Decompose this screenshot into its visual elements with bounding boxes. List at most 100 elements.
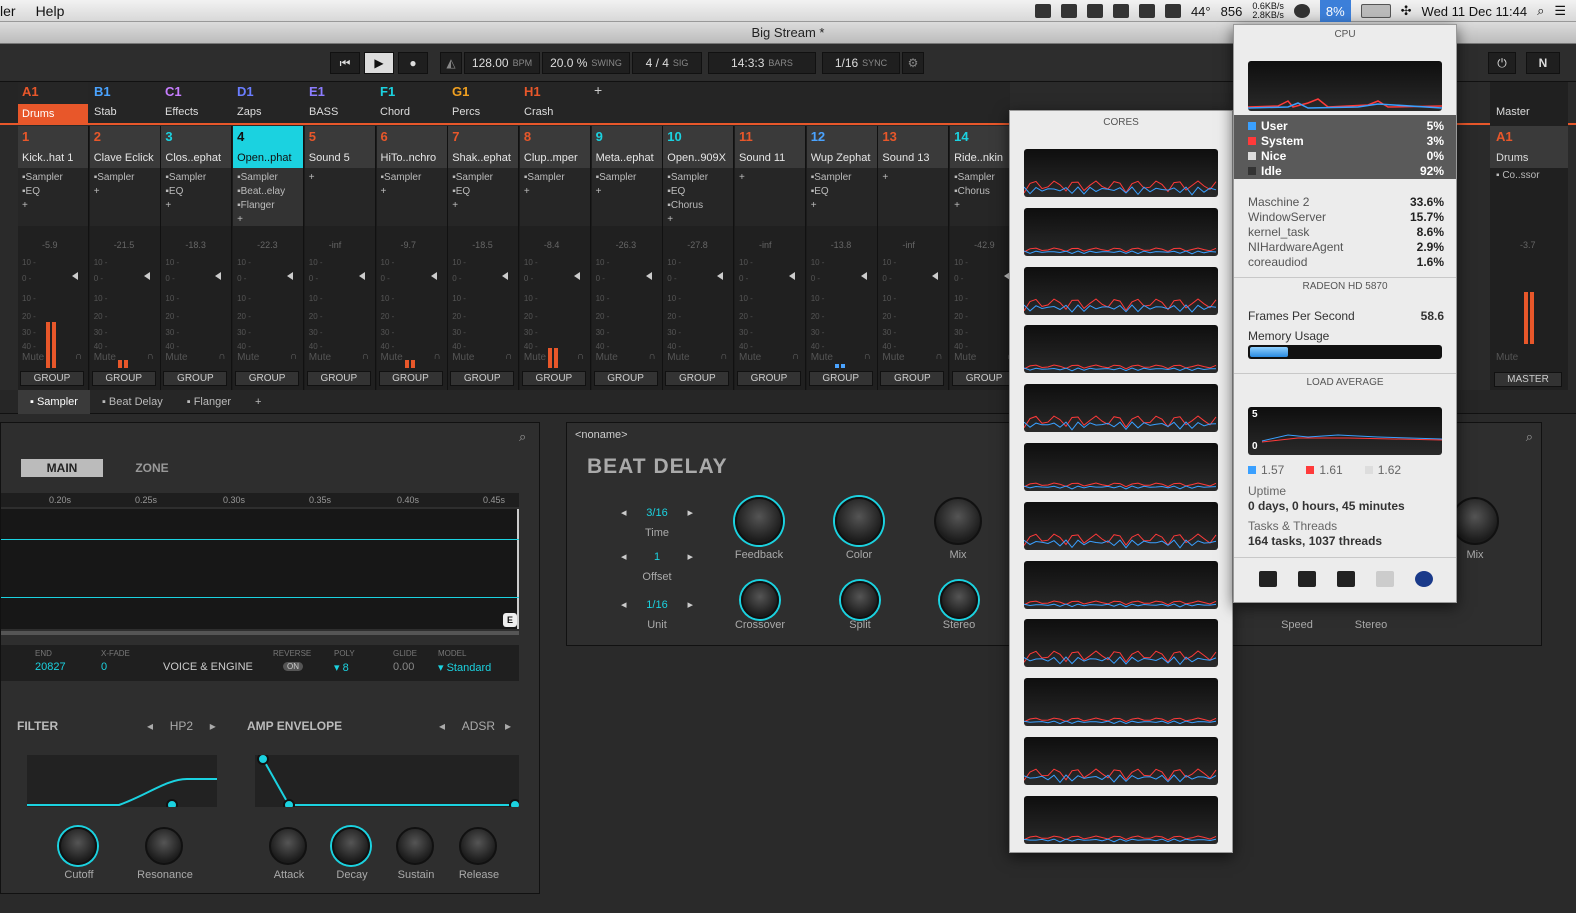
group-b1[interactable]: B1 Stab bbox=[90, 82, 160, 124]
channel-plugin[interactable]: ▪Beat..elay bbox=[237, 185, 299, 199]
bluetooth-icon[interactable]: ✣ bbox=[1401, 3, 1412, 19]
sync-icon[interactable] bbox=[1086, 4, 1103, 18]
stereo-knob[interactable] bbox=[940, 581, 978, 619]
headphone-icon[interactable]: ∩ bbox=[792, 351, 799, 362]
fader-handle-icon[interactable] bbox=[502, 272, 509, 280]
position-field[interactable]: 14:3:3 BARS bbox=[708, 52, 816, 74]
channel-head[interactable]: 3 Clos..ephat bbox=[161, 126, 232, 168]
volume-fader[interactable] bbox=[737, 230, 803, 356]
channel-plugin[interactable]: + bbox=[882, 171, 944, 185]
mix-knob[interactable] bbox=[934, 497, 982, 545]
channel-6[interactable]: 6 HiTo..nchro ▪Sampler + -9.7 Mute ∩ GROU… bbox=[376, 126, 448, 390]
resonance-knob[interactable] bbox=[145, 827, 183, 865]
channel-mute[interactable]: Mute bbox=[596, 352, 618, 363]
channel-5[interactable]: 5 Sound 5 + -inf Mute ∩ GROUP 10 -0 -10 … bbox=[304, 126, 376, 390]
fader-handle-icon[interactable] bbox=[143, 272, 150, 280]
fader-handle-icon[interactable] bbox=[717, 272, 724, 280]
play-button[interactable]: ▶ bbox=[364, 52, 394, 74]
volume-fader[interactable] bbox=[665, 230, 731, 356]
rewind-button[interactable]: ⏮ bbox=[330, 52, 360, 74]
channel-plugin[interactable]: ▪Sampler bbox=[237, 171, 299, 185]
cloud-icon[interactable] bbox=[1138, 4, 1155, 18]
flanger-mix-knob[interactable] bbox=[1451, 497, 1499, 545]
envelope-curve[interactable] bbox=[255, 753, 521, 811]
group-g1[interactable]: G1 Percs bbox=[448, 82, 518, 124]
channel-13[interactable]: 13 Sound 13 + -inf Mute ∩ GROUP 10 -0 -1… bbox=[878, 126, 950, 390]
gpu-icon[interactable] bbox=[1376, 571, 1395, 587]
channel-mute[interactable]: Mute bbox=[524, 352, 546, 363]
channel-mute[interactable]: Mute bbox=[811, 352, 833, 363]
fader-handle-icon[interactable] bbox=[430, 272, 437, 280]
temperature-readout[interactable]: 44° bbox=[1191, 4, 1211, 19]
record-button[interactable]: ● bbox=[398, 52, 428, 74]
channel-plugin[interactable]: + bbox=[237, 213, 299, 227]
channel-head[interactable]: 2 Clave Eclick bbox=[89, 126, 160, 168]
group-button[interactable]: GROUP bbox=[91, 371, 156, 386]
volume-fader[interactable] bbox=[522, 230, 588, 356]
channel-8[interactable]: 8 Clup..mper ▪Sampler + -8.4 Mute ∩ GROUP… bbox=[519, 126, 591, 390]
volume-fader[interactable] bbox=[450, 230, 516, 356]
group-c1[interactable]: C1 Effects bbox=[161, 82, 231, 124]
tab-beat-delay[interactable]: ▪ Beat Delay bbox=[90, 390, 175, 414]
channel-mute[interactable]: Mute bbox=[739, 352, 761, 363]
poly-value[interactable]: ▾ 8 bbox=[334, 661, 349, 674]
tab-flanger[interactable]: ▪ Flanger bbox=[175, 390, 243, 414]
group-button[interactable]: GROUP bbox=[378, 371, 443, 386]
unit-stepper[interactable]: 1/16 bbox=[617, 597, 697, 613]
channel-plugin[interactable]: ▪Flanger bbox=[237, 199, 299, 213]
volume-fader[interactable] bbox=[92, 230, 158, 356]
xfade-value[interactable]: 0 bbox=[101, 661, 107, 673]
search-icon[interactable]: ⌕ bbox=[1537, 3, 1544, 19]
headphone-icon[interactable]: ∩ bbox=[433, 351, 440, 362]
channel-plugin[interactable]: ▪EQ bbox=[452, 185, 514, 199]
fader-handle-icon[interactable] bbox=[358, 272, 365, 280]
globe-icon[interactable] bbox=[1415, 571, 1434, 587]
channel-11[interactable]: 11 Sound 11 + -inf Mute ∩ GROUP 10 -0 -1… bbox=[735, 126, 806, 390]
channel-head[interactable]: 5 Sound 5 bbox=[304, 126, 375, 168]
channel-plugin[interactable]: ▪EQ bbox=[811, 185, 873, 199]
channel-head[interactable]: 7 Shak..ephat bbox=[448, 126, 519, 168]
terminal-icon[interactable] bbox=[1336, 571, 1355, 587]
channel-mute[interactable]: Mute bbox=[309, 352, 331, 363]
channel-plugin[interactable]: ▪EQ bbox=[667, 185, 729, 199]
channel-plugin[interactable]: ▪Sampler bbox=[524, 171, 586, 185]
tab-zone[interactable]: ZONE bbox=[111, 459, 193, 477]
channel-mute[interactable]: Mute bbox=[452, 352, 474, 363]
fader-handle-icon[interactable] bbox=[645, 272, 652, 280]
channel-plugin[interactable]: ▪Sampler bbox=[596, 171, 658, 185]
channel-9[interactable]: 9 Meta..ephat ▪Sampler + -26.3 Mute ∩ GRO… bbox=[591, 126, 663, 390]
channel-plugin[interactable]: + bbox=[739, 171, 801, 185]
waveform[interactable]: E bbox=[1, 509, 519, 629]
filter-curve[interactable] bbox=[27, 755, 217, 811]
fader-handle-icon[interactable] bbox=[72, 272, 78, 280]
group-button[interactable]: GROUP bbox=[737, 371, 801, 386]
channel-10[interactable]: 10 Open..909X ▪Sampler ▪EQ ▪Chorus + -27.8 … bbox=[663, 126, 735, 390]
add-group-button[interactable]: + bbox=[594, 82, 602, 98]
clock[interactable]: Wed 11 Dec 11:44 bbox=[1422, 4, 1528, 19]
fader-handle-icon[interactable] bbox=[860, 272, 867, 280]
master-head[interactable]: A1 Drums bbox=[1490, 126, 1568, 168]
channel-plugin[interactable]: ▪Sampler bbox=[22, 171, 84, 185]
channel-plugin[interactable]: + bbox=[954, 199, 1016, 213]
add-plugin-button[interactable]: + bbox=[243, 390, 273, 414]
volume-fader[interactable] bbox=[379, 230, 445, 356]
channel-plugin[interactable]: ▪Sampler bbox=[954, 171, 1016, 185]
master-plugin[interactable]: ▪ Co..ssor bbox=[1496, 170, 1540, 181]
channel-head[interactable]: 4 Open..phat bbox=[233, 126, 304, 168]
channel-plugin[interactable]: + bbox=[94, 185, 156, 199]
group-h1[interactable]: H1 Crash bbox=[520, 82, 590, 124]
channel-plugin[interactable]: ▪EQ bbox=[165, 185, 227, 199]
master-button[interactable]: MASTER bbox=[1494, 372, 1562, 387]
status-app-icon[interactable] bbox=[1034, 4, 1051, 18]
window-icon[interactable] bbox=[1112, 4, 1129, 18]
fan-readout[interactable]: 856 bbox=[1221, 4, 1243, 19]
channel-4[interactable]: 4 Open..phat ▪Sampler ▪Beat..elay ▪Flanger… bbox=[233, 126, 305, 390]
settings-gear-icon[interactable]: ⚙ bbox=[902, 52, 924, 74]
group-button[interactable]: GROUP bbox=[163, 371, 228, 386]
tab-sampler[interactable]: ▪ Sampler bbox=[18, 389, 90, 414]
signature-field[interactable]: 4 / 4 SIG bbox=[632, 52, 702, 74]
headphone-icon[interactable]: ∩ bbox=[720, 351, 727, 362]
list-icon[interactable]: ☰ bbox=[1554, 3, 1566, 19]
channel-plugin[interactable]: + bbox=[452, 199, 514, 213]
cutoff-knob[interactable] bbox=[59, 827, 97, 865]
